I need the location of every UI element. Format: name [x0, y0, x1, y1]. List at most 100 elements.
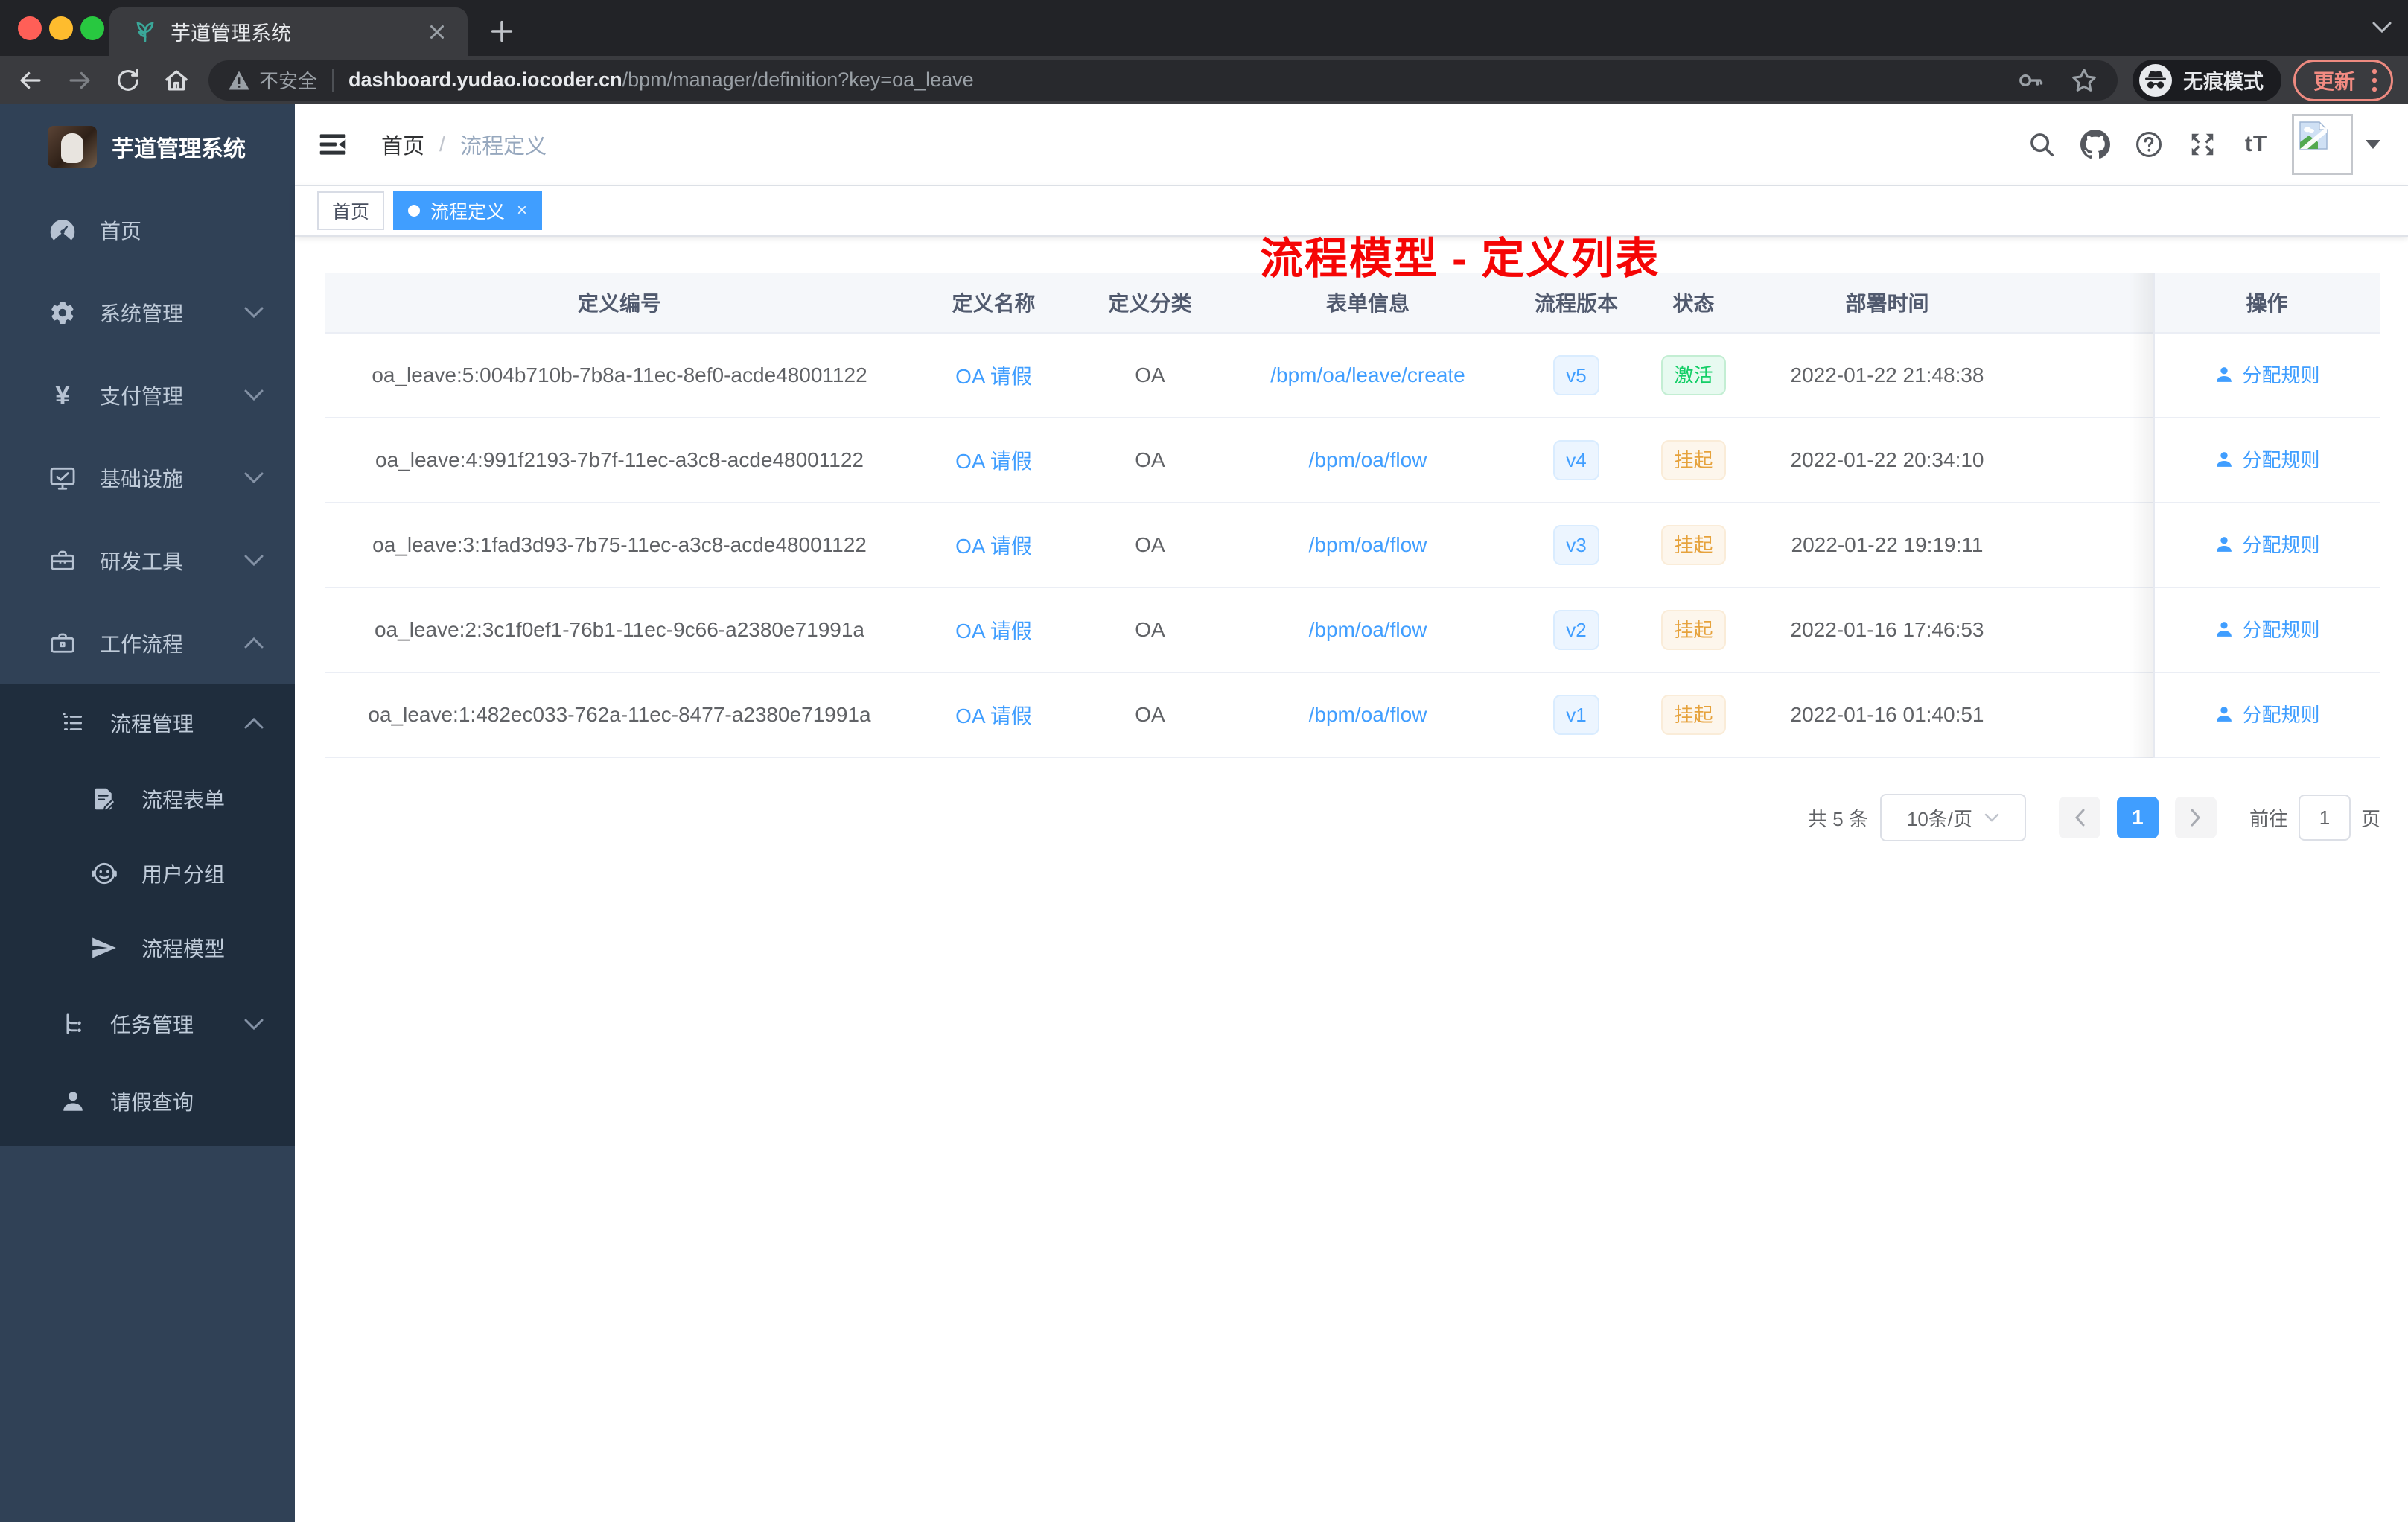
column-header: 部署时间 — [1845, 292, 1929, 315]
cell-definition-id: oa_leave:5:004b710b-7b8a-11ec-8ef0-acde4… — [372, 363, 867, 386]
sidebar-toggle-icon[interactable] — [317, 130, 348, 159]
definition-name-link[interactable]: OA 请假 — [955, 365, 1032, 388]
sidebar-item-task-mgmt[interactable]: 任务管理 — [0, 985, 295, 1063]
status-badge: 挂起 — [1661, 525, 1726, 565]
definition-name-link[interactable]: OA 请假 — [955, 620, 1032, 643]
version-badge: v1 — [1553, 695, 1599, 735]
bookmark-star-icon[interactable] — [2070, 66, 2098, 95]
workflow-icon — [48, 628, 77, 658]
assign-rule-button[interactable]: 分配规则 — [2214, 700, 2320, 727]
github-icon[interactable] — [2080, 130, 2110, 159]
sidebar-item-label: 系统管理 — [100, 302, 184, 325]
browser-tab[interactable]: 芋道管理系统 — [109, 7, 468, 56]
task-tree-icon — [58, 1009, 88, 1039]
form-info-link[interactable]: /bpm/oa/flow — [1309, 703, 1427, 726]
sidebar-logo[interactable]: 芋道管理系统 — [0, 104, 295, 188]
tag-process-definition[interactable]: 流程定义 × — [393, 191, 543, 230]
avatar[interactable] — [2292, 114, 2353, 175]
assign-rule-button[interactable]: 分配规则 — [2214, 615, 2320, 643]
window-close-button[interactable] — [18, 16, 42, 40]
form-info-link[interactable]: /bpm/oa/flow — [1309, 533, 1427, 556]
main-area: 首页 / 流程定义 tT 流程模型 - 定义列表 首页 流程定义 × 定义编号 … — [295, 104, 2408, 1522]
home-icon[interactable] — [162, 66, 191, 95]
sidebar-item-label: 流程模型 — [141, 937, 226, 961]
sidebar-item-leave-query[interactable]: 请假查询 — [0, 1063, 295, 1140]
user-icon — [2217, 706, 2232, 722]
assign-rule-button[interactable]: 分配规则 — [2214, 445, 2320, 473]
user-icon — [2217, 366, 2232, 382]
search-icon[interactable] — [2027, 130, 2057, 159]
sidebar-item-payment[interactable]: ¥ 支付管理 — [0, 354, 295, 436]
sidebar-item-system[interactable]: 系统管理 — [0, 271, 295, 354]
sidebar-item-infra[interactable]: 基础设施 — [0, 436, 295, 519]
sidebar-item-user-group[interactable]: 用户分组 — [0, 836, 295, 911]
assign-rule-label: 分配规则 — [2242, 704, 2320, 727]
new-tab-button[interactable] — [485, 15, 518, 48]
breadcrumb-current: 流程定义 — [460, 135, 547, 159]
page-number-button[interactable]: 1 — [2116, 797, 2159, 838]
form-info-link[interactable]: /bpm/oa/flow — [1309, 448, 1427, 471]
sidebar-item-devtools[interactable]: 研发工具 — [0, 519, 295, 602]
version-badge: v2 — [1553, 610, 1599, 650]
form-info-link[interactable]: /bpm/oa/leave/create — [1270, 363, 1465, 386]
fullscreen-icon[interactable] — [2188, 130, 2217, 159]
version-badge: v3 — [1553, 525, 1599, 565]
incognito-badge: 无痕模式 — [2132, 59, 2281, 101]
cell-category: OA — [1135, 533, 1165, 556]
definition-name-link[interactable]: OA 请假 — [955, 704, 1032, 727]
sidebar-item-process-model[interactable]: 流程模型 — [0, 911, 295, 985]
app-title: 芋道管理系统 — [112, 136, 246, 162]
column-header: 流程版本 — [1534, 292, 1618, 315]
workflow-submenu: 流程管理 流程表单 用户分组 流程模型 任务管理 请假查询 — [0, 684, 295, 1146]
prev-page-button[interactable] — [2058, 797, 2100, 838]
chevron-up-icon — [244, 717, 264, 728]
back-icon[interactable] — [16, 66, 45, 95]
next-page-button[interactable] — [2174, 797, 2217, 838]
cell-category: OA — [1135, 703, 1165, 726]
cell-definition-id: oa_leave:1:482ec033-762a-11ec-8477-a2380… — [368, 703, 871, 726]
reload-icon[interactable] — [115, 67, 141, 94]
tag-close-icon[interactable]: × — [517, 200, 527, 221]
chevron-down-icon — [244, 1019, 264, 1030]
password-key-icon[interactable] — [2018, 67, 2045, 94]
tab-close-icon[interactable] — [426, 21, 448, 43]
breadcrumb-home[interactable]: 首页 — [381, 129, 424, 160]
not-secure-label: 不安全 — [259, 70, 318, 92]
goto-page-input[interactable] — [2298, 795, 2351, 841]
window-minimize-button[interactable] — [49, 16, 73, 40]
sidebar-item-process-mgmt[interactable]: 流程管理 — [0, 684, 295, 762]
sidebar-item-process-form[interactable]: 流程表单 — [0, 762, 295, 836]
chevron-down-icon — [244, 389, 264, 401]
address-bar[interactable]: 不安全 dashboard.yudao.iocoder.cn/bpm/manag… — [208, 60, 2118, 101]
window-maximize-button[interactable] — [80, 16, 104, 40]
forward-icon[interactable] — [66, 66, 94, 95]
not-secure-warning-icon — [229, 71, 249, 89]
tag-home[interactable]: 首页 — [317, 191, 385, 230]
goto-label: 前往 — [2249, 807, 2288, 830]
active-dot — [408, 205, 421, 217]
cell-deploy-time: 2022-01-22 20:34:10 — [1790, 448, 1984, 471]
update-button[interactable]: 更新 — [2293, 59, 2393, 101]
assign-rule-button[interactable]: 分配规则 — [2214, 360, 2320, 388]
chevron-up-icon — [244, 637, 264, 649]
form-icon — [89, 784, 119, 814]
form-info-link[interactable]: /bpm/oa/flow — [1309, 618, 1427, 641]
sidebar-item-label: 研发工具 — [100, 550, 184, 573]
font-size-icon[interactable]: tT — [2241, 130, 2271, 159]
dashboard-icon — [48, 215, 77, 245]
definition-name-link[interactable]: OA 请假 — [955, 450, 1032, 473]
browser-menu-kebab-icon[interactable] — [2370, 66, 2379, 95]
cell-category: OA — [1135, 618, 1165, 641]
chevron-down-icon — [244, 472, 264, 483]
caret-down-icon — [2366, 140, 2380, 149]
page-size-select[interactable]: 10条/页 — [1879, 794, 2026, 841]
definition-name-link[interactable]: OA 请假 — [955, 535, 1032, 558]
breadcrumb: 首页 / 流程定义 — [381, 129, 547, 160]
sidebar-item-workflow[interactable]: 工作流程 — [0, 602, 295, 684]
cell-deploy-time: 2022-01-16 01:40:51 — [1790, 703, 1984, 726]
help-icon[interactable] — [2134, 130, 2164, 159]
sidebar-item-home[interactable]: 首页 — [0, 188, 295, 271]
search-tabs-icon[interactable] — [2371, 21, 2393, 34]
sidebar-item-label: 请假查询 — [110, 1091, 194, 1114]
assign-rule-button[interactable]: 分配规则 — [2214, 530, 2320, 558]
